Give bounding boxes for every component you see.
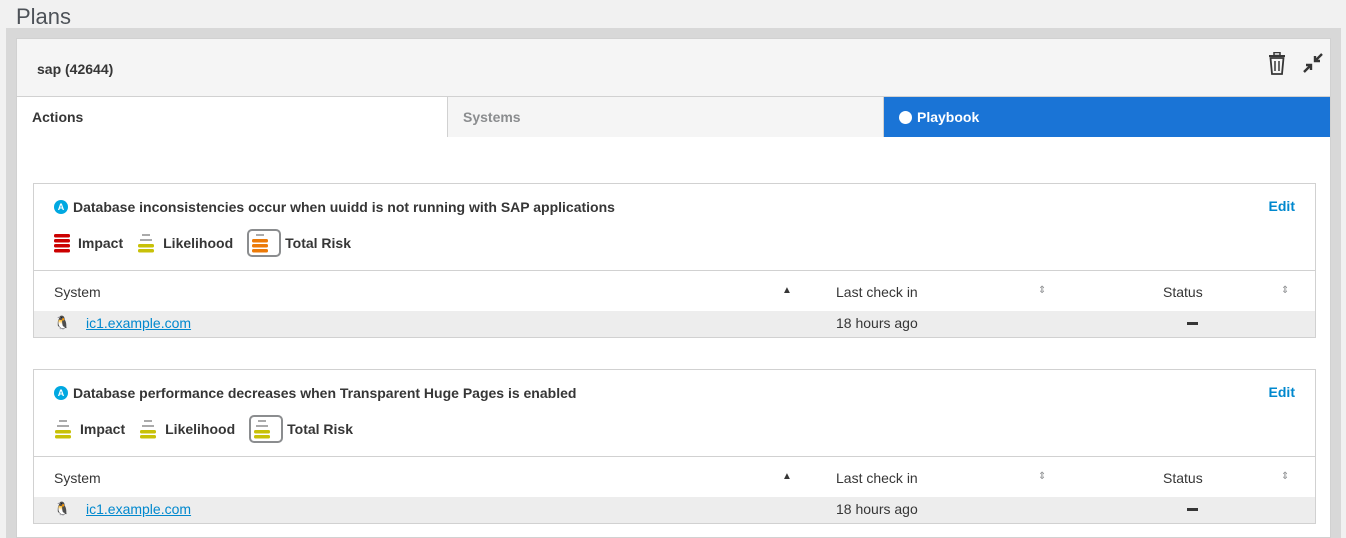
risk-bars-icon <box>140 420 157 439</box>
action-card: A Database inconsistencies occur when uu… <box>33 183 1316 338</box>
likelihood-indicator: Likelihood <box>139 419 235 439</box>
impact-label: Impact <box>78 235 124 251</box>
column-status[interactable]: Status <box>1163 470 1203 486</box>
action-title: A Database performance decreases when Tr… <box>54 385 576 401</box>
risk-indicators: Impact Likelihood Total Risk <box>54 229 365 257</box>
likelihood-indicator: Likelihood <box>137 233 233 253</box>
system-link[interactable]: ic1.example.com <box>86 315 191 331</box>
linux-icon: 🐧 <box>54 501 71 516</box>
risk-bars-icon <box>138 234 155 253</box>
system-link[interactable]: ic1.example.com <box>86 501 191 517</box>
column-last-check-in[interactable]: Last check in <box>836 470 918 486</box>
total-risk-indicator: Total Risk <box>249 415 353 443</box>
last-check-in-value: 18 hours ago <box>836 315 918 331</box>
edit-button[interactable]: Edit <box>1269 384 1295 400</box>
action-title: A Database inconsistencies occur when uu… <box>54 199 615 215</box>
linux-icon: 🐧 <box>54 315 71 330</box>
sort-icon[interactable]: ⇕ <box>1038 285 1046 296</box>
risk-indicators: Impact Likelihood Total Risk <box>54 415 367 443</box>
tab-actions-label: Actions <box>32 109 84 125</box>
risk-bars-icon <box>254 420 271 439</box>
column-system[interactable]: System <box>54 284 101 300</box>
risk-bars-icon <box>55 420 71 439</box>
availability-icon: A <box>54 200 68 214</box>
tab-systems[interactable]: Systems <box>448 97 884 137</box>
likelihood-label: Likelihood <box>165 421 236 437</box>
impact-label: Impact <box>80 421 126 437</box>
impact-indicator: Impact <box>54 233 123 253</box>
tab-actions[interactable]: Actions <box>17 97 448 137</box>
table-row: 🐧 ic1.example.com 18 hours ago <box>34 497 1315 523</box>
tab-playbook[interactable]: Playbook <box>884 97 1330 137</box>
total-risk-indicator: Total Risk <box>247 229 351 257</box>
table-header: System ▲ Last check in ⇕ Status ⇕ <box>34 457 1315 497</box>
plan-name: sap (42644) <box>37 61 114 77</box>
sort-icon[interactable]: ⇕ <box>1281 471 1289 482</box>
table-header: System ▲ Last check in ⇕ Status ⇕ <box>34 271 1315 311</box>
availability-icon: A <box>54 386 68 400</box>
action-card: A Database performance decreases when Tr… <box>33 369 1316 524</box>
plan-header: sap (42644) <box>17 39 1330 97</box>
impact-indicator: Impact <box>54 419 125 439</box>
likelihood-label: Likelihood <box>163 235 234 251</box>
risk-bars-icon <box>54 234 70 253</box>
sort-icon[interactable]: ⇕ <box>1038 471 1046 482</box>
page-title: Plans <box>16 4 72 29</box>
compress-icon[interactable] <box>1302 52 1324 79</box>
table-row: 🐧 ic1.example.com 18 hours ago <box>34 311 1315 337</box>
action-title-text: Database inconsistencies occur when uuid… <box>73 199 615 215</box>
tab-systems-label: Systems <box>463 109 521 125</box>
action-card-header: A Database inconsistencies occur when uu… <box>34 184 1315 271</box>
action-title-text: Database performance decreases when Tran… <box>73 385 577 401</box>
edit-button[interactable]: Edit <box>1269 198 1295 214</box>
sort-ascending-icon[interactable]: ▲ <box>782 285 792 296</box>
plan-panel: sap (42644) Actions Systems Playbook A D… <box>16 38 1331 538</box>
last-check-in-value: 18 hours ago <box>836 501 918 517</box>
plan-tabs: Actions Systems Playbook <box>17 97 1330 137</box>
action-card-header: A Database performance decreases when Tr… <box>34 370 1315 457</box>
total-risk-box <box>247 229 282 257</box>
risk-bars-icon <box>252 234 269 253</box>
status-dash-icon <box>1187 508 1198 511</box>
playbook-dot-icon <box>899 110 912 124</box>
sort-icon[interactable]: ⇕ <box>1281 285 1289 296</box>
total-risk-label: Total Risk <box>285 235 351 251</box>
total-risk-label: Total Risk <box>287 421 353 437</box>
trash-icon[interactable] <box>1267 51 1287 81</box>
total-risk-box <box>249 415 284 443</box>
status-dash-icon <box>1187 322 1198 325</box>
column-last-check-in[interactable]: Last check in <box>836 284 918 300</box>
column-status[interactable]: Status <box>1163 284 1203 300</box>
sort-ascending-icon[interactable]: ▲ <box>782 471 792 482</box>
tab-playbook-label: Playbook <box>917 109 980 125</box>
column-system[interactable]: System <box>54 470 101 486</box>
